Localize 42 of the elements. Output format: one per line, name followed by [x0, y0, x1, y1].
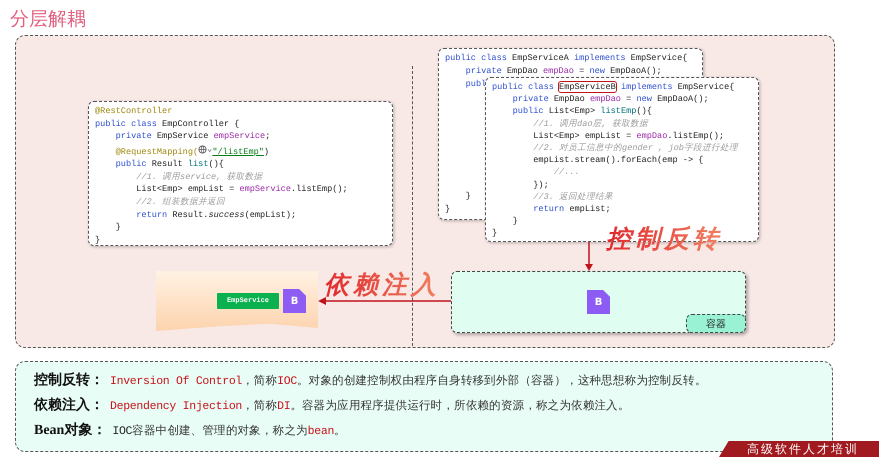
code-line: //2. 对员工信息中的gender , job字段进行处理	[532, 142, 738, 154]
code-line: }	[95, 234, 100, 246]
code-line: //1. 调用service, 获取数据	[135, 170, 262, 184]
code-line: private EmpDao empDao = new EmpDaoA();	[512, 93, 709, 106]
code-line: publ	[464, 78, 486, 91]
code-line: //3. 返回处理结果	[532, 190, 614, 204]
code-line: }	[445, 203, 450, 216]
container-label: 容器	[686, 314, 746, 333]
code-line: private EmpService empService;	[114, 130, 270, 143]
bean-icon: B	[283, 289, 306, 313]
bean-icon: B	[587, 290, 610, 314]
brand-banner: 高级软件人才培训	[719, 441, 879, 457]
code-line: empList.stream().forEach(emp -> {	[532, 154, 704, 166]
code-line: //1. 调用dao层, 获取数据	[532, 118, 648, 130]
code-line: public List<Emp> listEmp(){	[512, 105, 652, 118]
code-line: public class EmpController {	[95, 118, 240, 130]
code-line: private EmpDao empDao = new EmpDaoA();	[464, 65, 662, 78]
code-line: return empList;	[532, 203, 611, 216]
code-line: }	[114, 221, 121, 234]
code-line: @RequestMapping( ⌄"/listEmp")	[114, 142, 270, 158]
code-line: //2. 组装数据并返回	[135, 196, 226, 209]
definition-term: 依赖注入：	[34, 396, 104, 414]
code-line: @RestController	[95, 105, 172, 118]
down-arrow	[584, 242, 594, 272]
definition-term: Bean对象：	[34, 421, 106, 439]
definition-text: Inversion Of Control，简称IOC。对象的创建控制权由程序自身转移到外部（容器），这种思想称为控制反转。	[110, 373, 706, 388]
code-line: public class EmpServiceB implements EmpService{	[492, 81, 734, 94]
code-line: return Result.success(empList);	[135, 208, 296, 222]
code-line: }	[512, 215, 518, 228]
definition-term: 控制反转：	[34, 371, 104, 389]
code-line: List<Emp> empList = empDao.listEmp();	[532, 130, 724, 142]
code-line: List<Emp> empList = empService.listEmp();	[135, 183, 348, 196]
code-line: });	[532, 178, 549, 191]
definition-text: Dependency Injection，简称DI。容器为应用程序提供运行时，所依赖的资源，称之为依赖注入。	[110, 398, 630, 413]
code-line: }	[464, 190, 471, 203]
slide-title: 分层解耦	[9, 7, 87, 30]
code-line: }	[492, 227, 498, 240]
definition-text: IOC容器中创建、管理的对象，称之为bean。	[112, 423, 346, 438]
code-line: //...	[552, 166, 580, 179]
globe-icon	[198, 144, 208, 154]
code-line: public Result list(){	[114, 158, 224, 171]
code-line: public class EmpServiceA implements EmpService{	[445, 52, 688, 65]
